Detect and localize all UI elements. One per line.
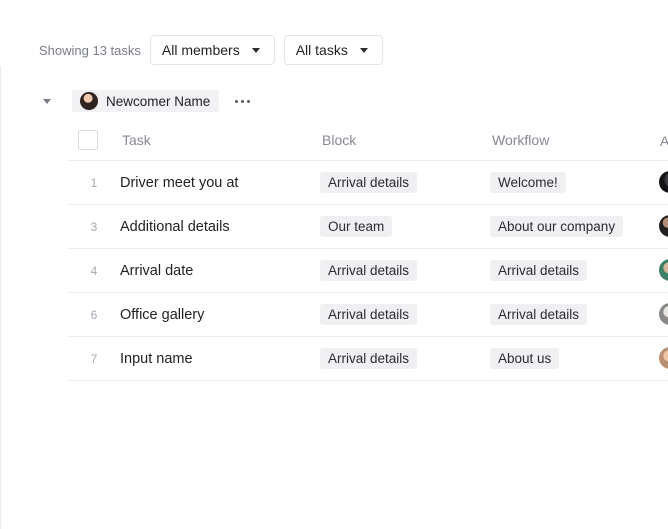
assignee-avatar[interactable]	[659, 347, 668, 369]
task-name[interactable]: Driver meet you at	[120, 175, 320, 191]
row-number: 3	[90, 219, 98, 234]
caret-down-icon	[251, 47, 260, 53]
row-number: 1	[90, 175, 98, 190]
column-header-assignee[interactable]: A	[660, 133, 668, 149]
column-header-task[interactable]: Task	[122, 132, 322, 148]
collapse-icon[interactable]	[43, 98, 51, 104]
tasks-table: Task Block Workflow A 1 Driver meet you …	[68, 120, 668, 381]
task-name[interactable]: Office gallery	[120, 307, 320, 323]
toolbar: Showing 13 tasks All members All tasks	[39, 34, 392, 66]
table-row[interactable]: 6 Office gallery Arrival details Arrival…	[68, 293, 668, 337]
tasks-filter-dropdown[interactable]: All tasks	[283, 35, 383, 65]
divider	[0, 66, 1, 529]
workflow-tag[interactable]: Welcome!	[490, 172, 566, 193]
members-filter-dropdown[interactable]: All members	[149, 35, 275, 65]
task-name[interactable]: Input name	[120, 351, 320, 367]
table-row[interactable]: 3 Additional details Our team About our …	[68, 205, 668, 249]
block-tag[interactable]: Arrival details	[320, 348, 418, 369]
task-name[interactable]: Arrival date	[120, 263, 320, 279]
block-tag[interactable]: Arrival details	[320, 172, 418, 193]
group-header: Newcomer Name	[43, 90, 251, 112]
task-list-page: Showing 13 tasks All members All tasks N…	[0, 0, 668, 529]
caret-down-icon	[359, 47, 368, 53]
table-header: Task Block Workflow A	[68, 120, 668, 161]
workflow-tag[interactable]: About our company	[490, 216, 624, 237]
assignee-avatar[interactable]	[659, 215, 668, 237]
workflow-tag[interactable]: Arrival details	[490, 260, 588, 281]
table-row[interactable]: 1 Driver meet you at Arrival details Wel…	[68, 161, 668, 205]
tasks-filter-label: All tasks	[295, 42, 348, 58]
assignee-avatar[interactable]	[659, 259, 668, 281]
row-number: 4	[90, 263, 98, 278]
block-tag[interactable]: Our team	[320, 216, 393, 237]
block-tag[interactable]: Arrival details	[320, 304, 418, 325]
members-filter-label: All members	[161, 42, 240, 58]
row-number: 7	[90, 351, 98, 366]
row-number: 6	[90, 307, 98, 322]
avatar	[80, 92, 98, 110]
workflow-tag[interactable]: Arrival details	[490, 304, 588, 325]
table-row[interactable]: 7 Input name Arrival details About us	[68, 337, 668, 381]
newcomer-chip[interactable]: Newcomer Name	[72, 90, 220, 112]
table-row[interactable]: 4 Arrival date Arrival details Arrival d…	[68, 249, 668, 293]
task-count: Showing 13 tasks	[39, 42, 141, 58]
column-header-block[interactable]: Block	[322, 132, 492, 148]
more-dots-icon[interactable]	[235, 99, 251, 103]
newcomer-name: Newcomer Name	[106, 93, 211, 109]
assignee-avatar[interactable]	[659, 171, 668, 193]
workflow-tag[interactable]: About us	[490, 348, 560, 369]
block-tag[interactable]: Arrival details	[320, 260, 418, 281]
column-header-workflow[interactable]: Workflow	[492, 132, 662, 148]
task-name[interactable]: Additional details	[120, 219, 320, 235]
assignee-avatar[interactable]	[659, 303, 668, 325]
select-all-checkbox[interactable]	[78, 130, 98, 150]
